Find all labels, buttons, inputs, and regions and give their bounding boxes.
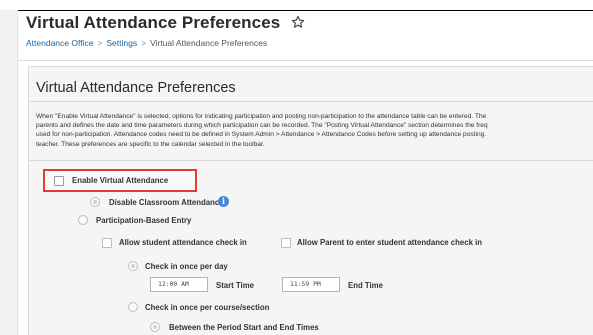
page-header: Virtual Attendance Preferences Attendanc… <box>26 13 593 53</box>
end-time-label: End Time <box>348 281 383 290</box>
allow-parent-label: Allow Parent to enter student attendance… <box>297 238 482 247</box>
participation-entry-radio[interactable] <box>78 215 88 225</box>
description-line: When "Enable Virtual Attendance" is sele… <box>36 113 487 120</box>
participation-entry-label: Participation-Based Entry <box>96 216 192 225</box>
allow-student-checkbox[interactable] <box>102 238 112 248</box>
page-title: Virtual Attendance Preferences <box>26 13 281 32</box>
check-once-day-radio[interactable] <box>128 261 138 271</box>
info-icon[interactable]: i <box>218 196 229 207</box>
breadcrumb-attendance-office[interactable]: Attendance Office <box>26 38 93 48</box>
enable-virtual-attendance-label: Enable Virtual Attendance <box>72 176 169 185</box>
breadcrumb-separator-icon: > <box>141 38 147 48</box>
top-bar <box>0 0 593 8</box>
check-once-course-radio[interactable] <box>128 302 138 312</box>
allow-parent-checkbox[interactable] <box>281 238 291 248</box>
allow-student-label: Allow student attendance check in <box>119 238 247 247</box>
header-divider <box>18 60 593 61</box>
check-once-course-label: Check in once per course/section <box>145 303 270 312</box>
start-time-input[interactable]: 12:00 AM <box>150 277 208 292</box>
between-period-label: Between the Period Start and End Times <box>169 323 319 332</box>
section-divider <box>30 101 593 102</box>
disable-classroom-radio[interactable] <box>90 197 100 207</box>
description-line: used for non-participation. Attendance c… <box>36 131 487 139</box>
between-period-radio[interactable] <box>150 322 160 332</box>
check-once-day-label: Check in once per day <box>145 262 228 271</box>
section-title: Virtual Attendance Preferences <box>36 80 236 96</box>
end-time-input[interactable]: 11:59 PM <box>282 277 340 292</box>
star-icon[interactable] <box>291 15 305 34</box>
enable-virtual-attendance-checkbox[interactable] <box>54 176 64 186</box>
disable-classroom-label: Disable Classroom Attendance <box>109 198 224 207</box>
top-border <box>0 10 593 11</box>
section-description: When "Enable Virtual Attendance" is sele… <box>36 112 593 149</box>
breadcrumb-settings[interactable]: Settings <box>106 38 137 48</box>
breadcrumb: Attendance Office > Settings > Virtual Atten… <box>26 38 267 48</box>
description-line: parents and defines the date and time pa… <box>36 122 488 130</box>
description-divider <box>30 160 593 161</box>
description-line: teacher. These preferences are specific … <box>36 140 265 148</box>
breadcrumb-current: Virtual Attendance Preferences <box>150 38 268 48</box>
breadcrumb-separator-icon: > <box>97 38 103 48</box>
left-gutter <box>0 10 18 335</box>
start-time-label: Start Time <box>216 281 254 290</box>
